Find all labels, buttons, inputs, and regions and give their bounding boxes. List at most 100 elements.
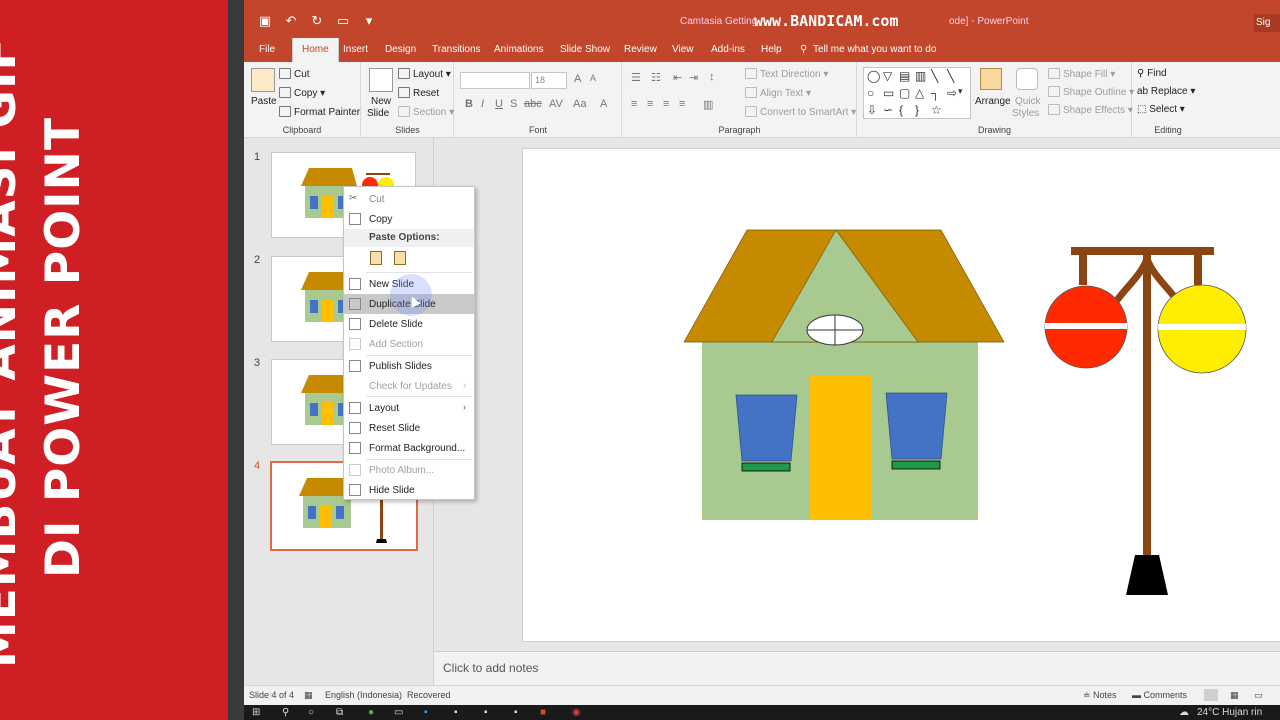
arrange-icon[interactable] [980, 68, 1002, 90]
lamp-hanger-right[interactable] [1194, 255, 1202, 285]
align-left-icon[interactable]: ≡ [631, 98, 637, 110]
lamp-pole[interactable] [1143, 255, 1151, 555]
menu-item-layout[interactable]: Layout › [344, 398, 474, 418]
shape-line2-icon[interactable]: ╲ [947, 69, 954, 83]
app2-icon[interactable]: ▪ [484, 707, 488, 718]
font-color-icon[interactable]: A [600, 98, 607, 110]
window-sill-right[interactable] [891, 460, 941, 470]
tab-design[interactable]: Design [385, 44, 416, 55]
shape-bracket-icon[interactable]: } [915, 103, 919, 117]
start-from-beginning-icon[interactable]: ▭ [336, 13, 350, 29]
search-icon[interactable]: ⚲ [282, 707, 289, 718]
weather-text[interactable]: 24°C Hujan rin [1197, 707, 1262, 718]
menu-item-delete-slide[interactable]: Delete Slide [344, 314, 474, 334]
language-indicator[interactable]: English (Indonesia) [325, 690, 402, 700]
find-button[interactable]: ⚲ Find [1137, 68, 1167, 79]
tab-view[interactable]: View [672, 44, 694, 55]
weather-icon[interactable]: ☁ [1179, 707, 1189, 718]
spell-check-icon[interactable]: ▦ [304, 690, 313, 701]
tab-home[interactable]: Home [292, 38, 339, 62]
menu-item-add-section[interactable]: Add Section [344, 334, 474, 354]
change-case-icon[interactable]: Aa [573, 98, 586, 110]
paste-button[interactable]: Paste [251, 96, 277, 107]
bold-icon[interactable]: B [465, 98, 473, 110]
shape-rounded-rect-icon[interactable]: ▢ [899, 86, 910, 100]
chrome-icon[interactable]: ● [368, 707, 374, 718]
notes-pane[interactable]: Click to add notes [434, 651, 1280, 685]
gallery-more-icon[interactable]: ▾ [958, 86, 963, 97]
tab-animations[interactable]: Animations [494, 44, 543, 55]
layout-button[interactable]: Layout ▾ [398, 68, 451, 80]
tell-me-icon[interactable]: ⚲ [800, 44, 807, 55]
convert-smartart-button[interactable]: Convert to SmartArt ▾ [745, 106, 856, 118]
app3-icon[interactable]: ▪ [514, 707, 518, 718]
menu-item-copy[interactable]: Copy [344, 209, 474, 229]
customize-qat-icon[interactable]: ▾ [362, 13, 376, 29]
new-slide-button[interactable]: New [371, 96, 391, 107]
italic-icon[interactable]: I [481, 98, 484, 110]
line-spacing-icon[interactable]: ↕ [709, 71, 715, 83]
tell-me-box[interactable]: Tell me what you want to do [813, 44, 936, 55]
reset-button[interactable]: Reset [398, 87, 439, 99]
record-icon[interactable]: ◉ [572, 707, 581, 718]
powerpoint-taskbar-icon[interactable]: ■ [540, 707, 546, 718]
shape-fill-button[interactable]: Shape Fill ▾ [1048, 68, 1115, 80]
new-slide-button-line2[interactable]: Slide [367, 108, 389, 119]
copy-button[interactable]: Copy ▾ [279, 87, 325, 99]
shapes-gallery[interactable]: ◯ ▽ ▤ ▥ ╲ ╲ ○ ▭ ▢ △ ┐ ⇨ ⇩ ∽ { } ☆ ▾ [863, 67, 971, 119]
numbering-icon[interactable]: ☷ [651, 71, 661, 84]
format-painter-button[interactable]: Format Painter [279, 106, 360, 118]
shape-effects-button[interactable]: Shape Effects ▾ [1048, 104, 1133, 116]
cortana-icon[interactable]: ○ [308, 707, 314, 718]
lamp-base[interactable] [1126, 555, 1168, 595]
increase-font-icon[interactable]: A [574, 73, 581, 85]
lamp-post-shape[interactable] [1044, 247, 1247, 595]
menu-item-publish-slides[interactable]: Publish Slides [344, 356, 474, 376]
shape-arrow-icon[interactable]: ⇨ [947, 86, 957, 100]
tab-help[interactable]: Help [761, 44, 782, 55]
shape-oval-icon[interactable]: ◯ [867, 69, 880, 83]
tab-slide-show[interactable]: Slide Show [560, 44, 610, 55]
menu-item-reset-slide[interactable]: Reset Slide [344, 418, 474, 438]
tab-insert[interactable]: Insert [343, 44, 368, 55]
redo-icon[interactable]: ↻ [310, 13, 324, 29]
shape-brace-icon[interactable]: { [899, 103, 903, 117]
tab-transitions[interactable]: Transitions [432, 44, 481, 55]
menu-item-hide-slide[interactable]: Hide Slide [344, 480, 474, 500]
paste-picture-icon[interactable] [394, 251, 406, 265]
decrease-indent-icon[interactable]: ⇤ [673, 71, 682, 84]
font-name-combo[interactable] [460, 72, 530, 89]
shape-rect-icon[interactable]: ▭ [883, 86, 894, 100]
sign-in-button[interactable]: Sig [1254, 14, 1280, 32]
normal-view-icon[interactable] [1204, 689, 1218, 701]
quick-styles-icon[interactable] [1016, 68, 1038, 90]
underline-icon[interactable]: U [495, 98, 503, 110]
align-center-icon[interactable]: ≡ [647, 98, 653, 110]
house-shape[interactable] [683, 229, 1005, 520]
shape-outline-button[interactable]: Shape Outline ▾ [1048, 86, 1134, 98]
app-icon[interactable]: ▪ [454, 707, 458, 718]
menu-item-photo-album[interactable]: Photo Album... [344, 460, 474, 480]
columns-icon[interactable]: ▥ [703, 98, 713, 111]
shape-textbox-icon[interactable]: ▤ [899, 69, 910, 83]
lamp-hanger-left[interactable] [1079, 255, 1087, 285]
windows-start-icon[interactable]: ⊞ [252, 707, 260, 718]
text-direction-button[interactable]: Text Direction ▾ [745, 68, 828, 80]
shape-triangle-icon[interactable]: △ [915, 86, 924, 100]
shape-star-icon[interactable]: ☆ [931, 103, 942, 117]
menu-item-check-updates[interactable]: Check for Updates › [344, 376, 474, 396]
arrange-button[interactable]: Arrange [975, 96, 1011, 107]
shape-elbow-icon[interactable]: ┐ [931, 86, 940, 100]
shape-textbox2-icon[interactable]: ▥ [915, 69, 926, 83]
tab-file[interactable]: File [259, 44, 275, 55]
slide-sorter-icon[interactable]: ▦ [1230, 690, 1239, 701]
tab-add-ins[interactable]: Add-ins [711, 44, 745, 55]
quick-styles-button-line2[interactable]: Styles [1012, 108, 1039, 119]
shadow-icon[interactable]: S [510, 98, 517, 110]
new-slide-icon[interactable] [369, 68, 393, 92]
bullets-icon[interactable]: ☰ [631, 71, 641, 84]
lamp-crossbar[interactable] [1071, 247, 1214, 255]
house-window-right[interactable] [885, 392, 948, 460]
slide-canvas[interactable] [522, 148, 1280, 642]
comments-toggle[interactable]: ▬ Comments [1132, 690, 1187, 700]
